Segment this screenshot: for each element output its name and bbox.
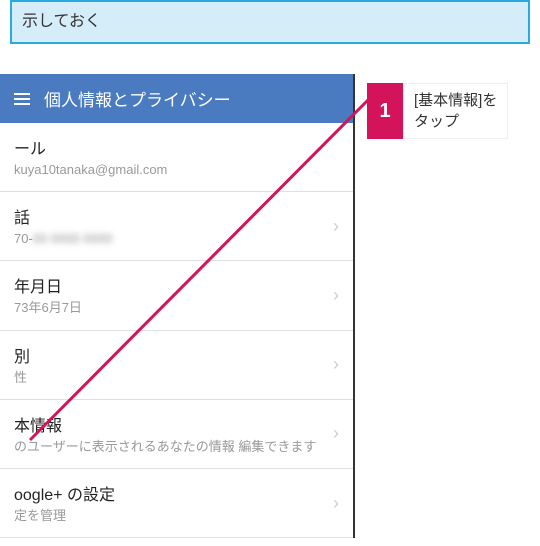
- header-title: 個人情報とプライバシー: [44, 86, 231, 111]
- item-sub: kuya10tanaka@gmail.com: [14, 161, 339, 179]
- item-sub: 70-00 0000 0000: [14, 230, 325, 248]
- step-text: [基本情報]を タップ: [403, 83, 508, 139]
- item-title: ール: [14, 135, 339, 159]
- intro-line2: 示しておく: [22, 13, 101, 30]
- item-birth[interactable]: 年月日 73年6月7日 ›: [0, 261, 353, 330]
- item-sub: 定を管理: [14, 507, 325, 525]
- step-number: 1: [367, 83, 403, 139]
- item-gplus[interactable]: oogle+ の設定 定を管理 ›: [0, 469, 353, 538]
- chevron-right-icon: ›: [325, 354, 339, 375]
- item-sub: 73年6月7日: [14, 299, 325, 317]
- item-sub: 性: [14, 369, 325, 387]
- item-basic-info[interactable]: 本情報 のユーザーに表示されるあなたの情報 編集できます ›: [0, 400, 353, 469]
- chevron-right-icon: ›: [325, 216, 339, 237]
- item-email[interactable]: ール kuya10tanaka@gmail.com: [0, 123, 353, 192]
- item-title: 別: [14, 343, 325, 367]
- chevron-right-icon: ›: [325, 493, 339, 514]
- step-callout: 1 [基本情報]を タップ: [367, 83, 508, 139]
- item-title: 本情報: [14, 412, 325, 436]
- settings-list: ール kuya10tanaka@gmail.com 話 70-00 0000 0…: [0, 123, 353, 538]
- item-title: 年月日: [14, 273, 325, 297]
- chevron-right-icon: ›: [325, 285, 339, 306]
- item-title: 話: [14, 204, 325, 228]
- chevron-right-icon: ›: [325, 423, 339, 444]
- item-title: oogle+ の設定: [14, 481, 325, 505]
- phone-screen: 個人情報とプライバシー ール kuya10tanaka@gmail.com 話 …: [0, 74, 355, 538]
- intro-box: 示しておく: [10, 0, 530, 44]
- app-header: 個人情報とプライバシー: [0, 74, 353, 123]
- item-gender[interactable]: 別 性 ›: [0, 331, 353, 400]
- item-phone[interactable]: 話 70-00 0000 0000 ›: [0, 192, 353, 261]
- hamburger-icon[interactable]: [14, 93, 30, 105]
- item-sub: のユーザーに表示されるあなたの情報 編集できます: [14, 438, 325, 456]
